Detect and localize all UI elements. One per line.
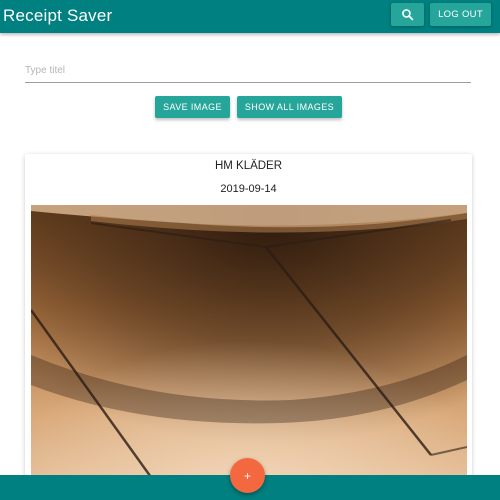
receipt-photo — [31, 205, 467, 500]
app-title: Receipt Saver — [3, 6, 113, 25]
save-image-button[interactable]: SAVE IMAGE — [155, 96, 230, 118]
receipt-photo-image — [31, 205, 467, 500]
logout-button[interactable]: LOG OUT — [430, 3, 491, 26]
receipt-title: HM KLÄDER — [214, 160, 283, 172]
add-receipt-fab[interactable]: + — [230, 458, 265, 493]
title-input[interactable] — [25, 60, 471, 83]
plus-icon: + — [243, 468, 251, 483]
app-root: Receipt Saver LOG OUT SAVE IMAGE SHOW AL… — [0, 0, 500, 500]
receipt-card: HM KLÄDER 2019-09-14 — [25, 154, 472, 500]
show-all-images-button[interactable]: SHOW ALL IMAGES — [237, 96, 342, 118]
top-app-bar: Receipt Saver LOG OUT — [0, 0, 500, 33]
receipt-date: 2019-09-14 — [220, 183, 277, 195]
search-button[interactable] — [391, 3, 424, 26]
search-icon — [402, 9, 414, 21]
